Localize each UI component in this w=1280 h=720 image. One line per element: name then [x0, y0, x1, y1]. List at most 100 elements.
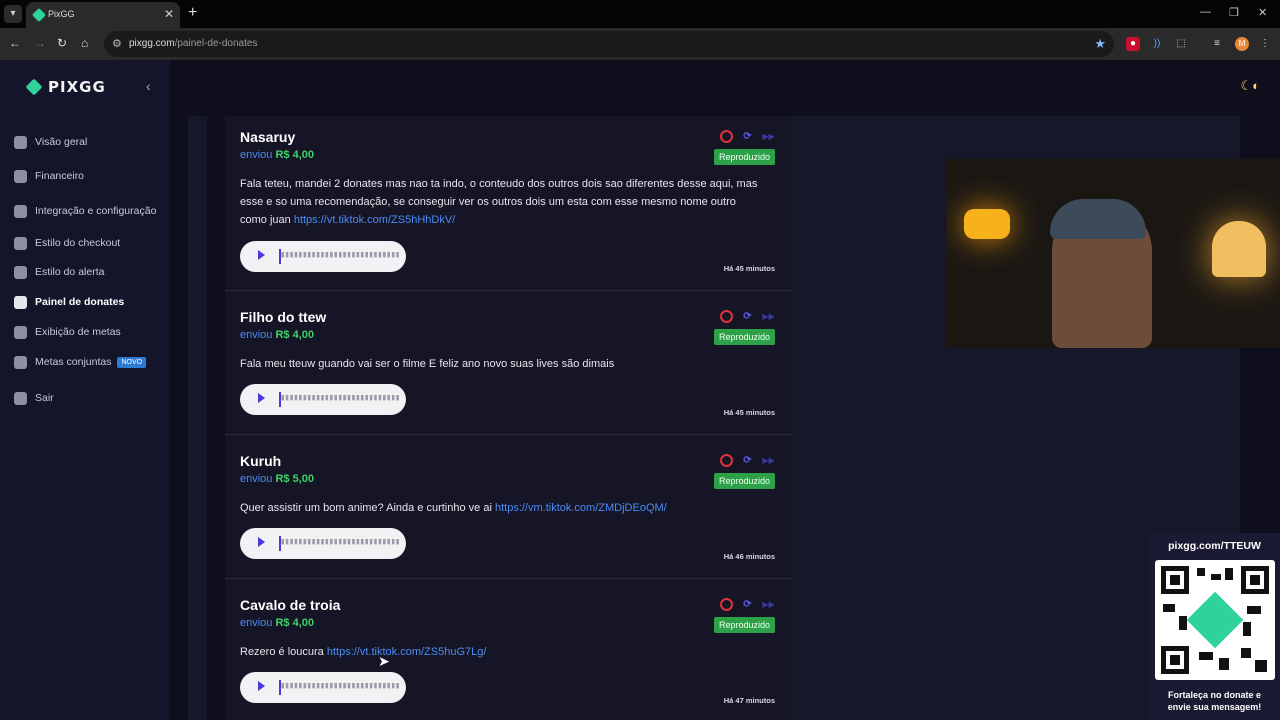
pixgg-logo[interactable]: PIXGG	[25, 78, 106, 96]
browser-navbar: ← → ↻ ⌂ ⚙ pixgg.com/painel-de-donates ★ …	[0, 28, 1280, 60]
donation-amount: R$ 4,00	[275, 617, 315, 629]
bookmark-star-icon[interactable]: ★	[1094, 36, 1106, 52]
donation-card: Filho do ttew enviou R$ 4,00 ⟳ ▶▶ Reprod…	[225, 291, 791, 435]
card-actions: ⟳ ▶▶	[720, 130, 775, 143]
donation-link[interactable]: https://vt.tiktok.com/ZS5huG7Lg/	[327, 646, 487, 658]
waveform: ▮▮▮▮▮▮▮▮▮▮▮▮▮▮▮▮▮▮▮▮▮▮▮▮▮▮▮	[280, 537, 400, 547]
donation-card: Nasaruy enviou R$ 4,00 ⟳ ▶▶ Reproduzido …	[225, 116, 791, 291]
donor-name: Kuruh	[240, 453, 282, 469]
donation-time: Há 47 minutos	[723, 696, 775, 705]
donation-card: Kuruh enviou R$ 5,00 ⟳ ▶▶ Reproduzido Qu…	[225, 435, 791, 579]
replay-icon[interactable]: ⟳	[741, 454, 754, 467]
tab-search-icon[interactable]: ▾	[4, 5, 22, 23]
palette-icon	[14, 265, 27, 279]
audio-player[interactable]: ▮▮▮▮▮▮▮▮▮▮▮▮▮▮▮▮▮▮▮▮▮▮▮▮▮▮▮	[240, 528, 406, 559]
new-badge: NOVO	[117, 356, 147, 368]
forward-icon[interactable]: →	[34, 36, 46, 50]
sidebar-item-metas-conjuntas[interactable]: Metas conjuntas NOVO	[14, 351, 147, 373]
donation-amount: R$ 5,00	[275, 473, 315, 485]
qr-caption: Fortaleça no donate e envie sua mensagem!	[1167, 690, 1262, 712]
donor-name: Cavalo de troia	[240, 597, 341, 613]
sidebar-item-integracao[interactable]: Integração e configuração	[14, 200, 156, 222]
lamp	[964, 209, 1010, 239]
donation-link[interactable]: https://vt.tiktok.com/ZS5hHhDkV/	[294, 214, 455, 226]
status-badge: Reproduzido	[713, 473, 775, 489]
browser-tabbar: ▾ PixGG ✕ + — ❐ ✕	[0, 0, 1280, 28]
lamp	[1212, 221, 1266, 277]
donation-amount: R$ 4,00	[275, 149, 315, 161]
restore-icon[interactable]: ❐	[1229, 6, 1239, 19]
donation-time: Há 45 minutos	[723, 408, 775, 417]
play-icon[interactable]	[258, 681, 265, 691]
theme-toggle-icon[interactable]: ☾◐	[1240, 78, 1260, 94]
block-icon[interactable]	[720, 598, 733, 611]
sidebar: PIXGG ‹ Visão geral Financeiro Integraçã…	[0, 60, 170, 720]
skip-icon[interactable]: ▶▶	[762, 310, 775, 323]
sidebar-item-exibicao-metas[interactable]: Exibição de metas	[14, 321, 121, 343]
extensions-puzzle-icon[interactable]: ⬚	[1174, 37, 1188, 51]
replay-icon[interactable]: ⟳	[741, 598, 754, 611]
status-badge: Reproduzido	[713, 329, 775, 345]
cap	[1050, 199, 1146, 239]
url-text: pixgg.com/painel-de-donates	[129, 38, 258, 49]
donation-sent: enviou R$ 4,00	[240, 329, 315, 341]
block-icon[interactable]	[720, 130, 733, 143]
donation-time: Há 45 minutos	[723, 264, 775, 273]
audio-player[interactable]: ▮▮▮▮▮▮▮▮▮▮▮▮▮▮▮▮▮▮▮▮▮▮▮▮▮▮▮	[240, 241, 406, 272]
profile-avatar[interactable]: M	[1235, 37, 1249, 51]
browser-tab[interactable]: PixGG ✕	[26, 2, 180, 28]
donation-card: Cavalo de troia enviou R$ 4,00 ⟳ ▶▶ Repr…	[225, 579, 791, 720]
sidebar-item-financeiro[interactable]: Financeiro	[14, 165, 84, 187]
minimize-icon[interactable]: —	[1200, 6, 1211, 18]
sidebar-item-painel-donates[interactable]: Painel de donates	[14, 291, 124, 313]
play-icon[interactable]	[258, 250, 265, 260]
donor-name: Nasaruy	[240, 129, 296, 145]
pixgg-logo-icon	[25, 78, 43, 96]
site-info-icon[interactable]: ⚙	[112, 37, 122, 50]
waveform: ▮▮▮▮▮▮▮▮▮▮▮▮▮▮▮▮▮▮▮▮▮▮▮▮▮▮▮	[280, 681, 400, 691]
content-gutter	[207, 116, 225, 720]
block-icon[interactable]	[720, 454, 733, 467]
play-icon[interactable]	[258, 393, 265, 403]
home-icon[interactable]: ⌂	[81, 36, 88, 50]
collapse-sidebar-icon[interactable]: ‹	[146, 78, 151, 94]
topbar: ☾◐	[170, 60, 1280, 116]
skip-icon[interactable]: ▶▶	[762, 598, 775, 611]
audio-player[interactable]: ▮▮▮▮▮▮▮▮▮▮▮▮▮▮▮▮▮▮▮▮▮▮▮▮▮▮▮	[240, 672, 406, 703]
sidebar-item-estilo-checkout[interactable]: Estilo do checkout	[14, 232, 120, 254]
donation-message: Quer assistir um bom anime? Ainda e curt…	[240, 502, 667, 514]
skip-icon[interactable]: ▶▶	[762, 130, 775, 143]
media-controls-icon[interactable]: ≡	[1210, 37, 1224, 51]
card-actions: ⟳ ▶▶	[720, 310, 775, 323]
block-icon[interactable]	[720, 310, 733, 323]
replay-icon[interactable]: ⟳	[741, 310, 754, 323]
card-actions: ⟳ ▶▶	[720, 454, 775, 467]
sidebar-item-visao-geral[interactable]: Visão geral	[14, 131, 87, 153]
play-icon[interactable]	[258, 537, 265, 547]
new-tab-icon[interactable]: +	[188, 4, 197, 22]
star-icon	[14, 325, 27, 339]
extension-wave-icon[interactable]: ))	[1150, 37, 1164, 51]
browser-menu-icon[interactable]: ⋮	[1258, 37, 1272, 51]
webcam-overlay	[946, 159, 1280, 348]
skip-icon[interactable]: ▶▶	[762, 454, 775, 467]
tab-title: PixGG	[48, 9, 75, 19]
tab-close-icon[interactable]: ✕	[164, 7, 174, 21]
back-icon[interactable]: ←	[9, 36, 21, 50]
donation-link[interactable]: https://vm.tiktok.com/ZMDjDEoQM/	[495, 502, 667, 514]
extension-record-icon[interactable]: ●	[1126, 37, 1140, 51]
reload-icon[interactable]: ↻	[57, 36, 67, 50]
palette-icon	[14, 236, 27, 250]
window-close-icon[interactable]: ✕	[1258, 6, 1267, 19]
audio-player[interactable]: ▮▮▮▮▮▮▮▮▮▮▮▮▮▮▮▮▮▮▮▮▮▮▮▮▮▮▮	[240, 384, 406, 415]
sidebar-item-estilo-alerta[interactable]: Estilo do alerta	[14, 261, 104, 283]
replay-icon[interactable]: ⟳	[741, 130, 754, 143]
address-bar[interactable]: ⚙ pixgg.com/painel-de-donates ★	[104, 31, 1114, 57]
donation-amount: R$ 4,00	[275, 329, 315, 341]
status-badge: Reproduzido	[713, 617, 775, 633]
status-badge: Reproduzido	[713, 149, 775, 165]
sidebar-item-sair[interactable]: Sair	[14, 387, 54, 409]
content-gutter	[170, 116, 188, 720]
donor-name: Filho do ttew	[240, 309, 327, 325]
donation-message: Fala teteu, mandei 2 donates mas nao ta …	[240, 178, 758, 226]
